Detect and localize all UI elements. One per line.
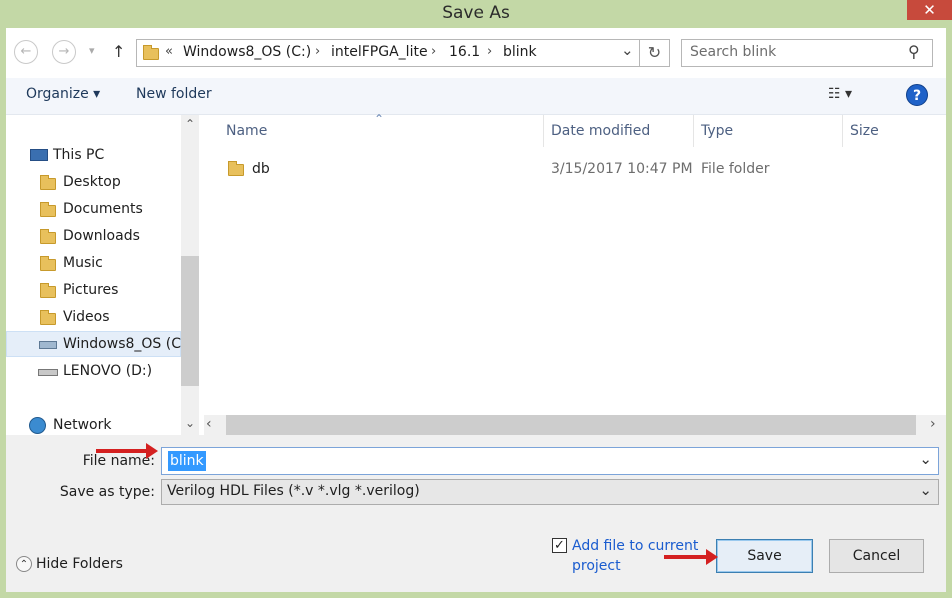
column-header-type[interactable]: Type [701, 123, 733, 139]
folder-icon [40, 283, 56, 298]
sidebar-item-lenovo[interactable]: LENOVO (D:) [36, 359, 181, 385]
hide-folders-label: Hide Folders [36, 556, 123, 572]
search-box[interactable]: ⚲ [681, 39, 933, 67]
scroll-up-icon[interactable]: ⌃ [181, 117, 199, 131]
date-modified-cell: 3/15/2017 10:47 PM [551, 161, 693, 177]
sidebar-item-desktop[interactable]: Desktop [36, 170, 181, 196]
refresh-button[interactable]: ↻ [640, 39, 670, 67]
breadcrumb-intelfpga[interactable]: intelFPGA_lite [331, 44, 428, 60]
drive-icon [39, 341, 57, 349]
scroll-down-icon[interactable]: ⌄ [181, 416, 199, 430]
type-cell: File folder [701, 161, 770, 177]
column-divider[interactable] [842, 115, 843, 147]
drive-icon [38, 369, 58, 376]
save-as-type-value: Verilog HDL Files (*.v *.vlg *.verilog) [167, 483, 420, 499]
sidebar-item-label: Videos [63, 309, 110, 325]
scroll-left-icon[interactable]: ‹ [206, 416, 212, 432]
address-dropdown-icon[interactable]: ⌄ [621, 41, 634, 59]
chevron-down-icon[interactable]: ⌄ [919, 450, 932, 468]
new-folder-button[interactable]: New folder [136, 86, 212, 102]
sidebar-item-label: Pictures [63, 282, 119, 298]
save-button[interactable]: Save [716, 539, 813, 573]
column-divider[interactable] [543, 115, 544, 147]
sidebar-item-label: Network [53, 417, 112, 433]
folder-icon [40, 229, 56, 244]
column-header-date-modified[interactable]: Date modified [551, 123, 650, 139]
file-name-label: File name: [82, 453, 155, 469]
sidebar-item-downloads[interactable]: Downloads [36, 224, 181, 250]
chevron-down-icon[interactable]: ⌄ [919, 481, 932, 499]
address-bar[interactable]: « Windows8_OS (C:) › intelFPGA_lite › 16… [136, 39, 640, 67]
chevron-up-icon: ⌃ [16, 556, 32, 572]
file-name-cell[interactable]: db [252, 161, 270, 177]
horizontal-scroll-thumb[interactable] [226, 415, 916, 435]
sidebar-item-documents[interactable]: Documents [36, 197, 181, 223]
sidebar-item-label: This PC [53, 147, 105, 163]
computer-icon [30, 149, 48, 161]
change-view-button[interactable]: ☷ ▾ [828, 86, 852, 102]
sidebar-item-windows8-os[interactable]: Windows8_OS (C: [6, 331, 181, 357]
breadcrumb-version[interactable]: 16.1 [449, 44, 480, 60]
annotation-arrow [664, 549, 718, 565]
sidebar-item-label: Documents [63, 201, 143, 217]
navigation-pane: This PC Desktop Documents Downloads Musi… [6, 115, 181, 435]
sort-ascending-icon: ⌃ [374, 112, 385, 126]
sidebar-item-label: Windows8_OS (C: [63, 336, 181, 352]
sidebar-item-label: Downloads [63, 228, 140, 244]
up-button[interactable]: ↑ [112, 42, 125, 61]
recent-locations-button[interactable]: ▾ [89, 44, 95, 57]
column-header-name[interactable]: Name [226, 123, 267, 139]
save-as-type-select[interactable]: Verilog HDL Files (*.v *.vlg *.verilog) … [161, 479, 939, 505]
sidebar-item-videos[interactable]: Videos [36, 305, 181, 331]
sidebar-item-label: LENOVO (D:) [63, 363, 153, 379]
help-icon[interactable]: ? [906, 84, 928, 106]
breadcrumb-separator[interactable]: › [315, 44, 320, 59]
breadcrumb-blink[interactable]: blink [503, 44, 537, 60]
folder-icon [228, 161, 244, 176]
column-divider[interactable] [693, 115, 694, 147]
breadcrumb-separator[interactable]: › [487, 44, 492, 59]
file-name-input[interactable]: blink [168, 451, 206, 471]
sidebar-item-label: Music [63, 255, 103, 271]
file-name-field[interactable]: blink ⌄ [161, 447, 939, 475]
sidebar-item-music[interactable]: Music [36, 251, 181, 277]
close-button[interactable]: ✕ [907, 0, 952, 20]
folder-icon [40, 310, 56, 325]
column-header-size[interactable]: Size [850, 123, 879, 139]
breadcrumb-overflow[interactable]: « [165, 44, 173, 59]
search-icon[interactable]: ⚲ [908, 42, 920, 61]
organize-menu[interactable]: Organize ▾ [26, 86, 100, 102]
sidebar-item-label: Desktop [63, 174, 121, 190]
folder-icon [143, 45, 159, 60]
scroll-right-icon[interactable]: › [930, 416, 936, 432]
sidebar-item-network[interactable]: Network [26, 413, 181, 435]
save-as-type-label: Save as type: [59, 484, 155, 500]
add-to-project-checkbox[interactable]: ✓ [552, 538, 567, 553]
search-input[interactable] [690, 44, 900, 60]
window-title: Save As [442, 3, 510, 23]
network-icon [29, 417, 46, 434]
sidebar-scroll-thumb[interactable] [181, 256, 199, 386]
sidebar-item-pictures[interactable]: Pictures [36, 278, 181, 304]
cancel-button[interactable]: Cancel [829, 539, 924, 573]
folder-icon [40, 202, 56, 217]
forward-button[interactable]: → [52, 40, 76, 64]
back-button[interactable]: ← [14, 40, 38, 64]
sidebar-item-this-pc[interactable]: This PC [26, 143, 181, 169]
breadcrumb-drive[interactable]: Windows8_OS (C:) [183, 44, 311, 60]
breadcrumb-separator[interactable]: › [431, 44, 436, 59]
folder-icon [40, 175, 56, 190]
annotation-arrow [96, 443, 158, 459]
folder-icon [40, 256, 56, 271]
